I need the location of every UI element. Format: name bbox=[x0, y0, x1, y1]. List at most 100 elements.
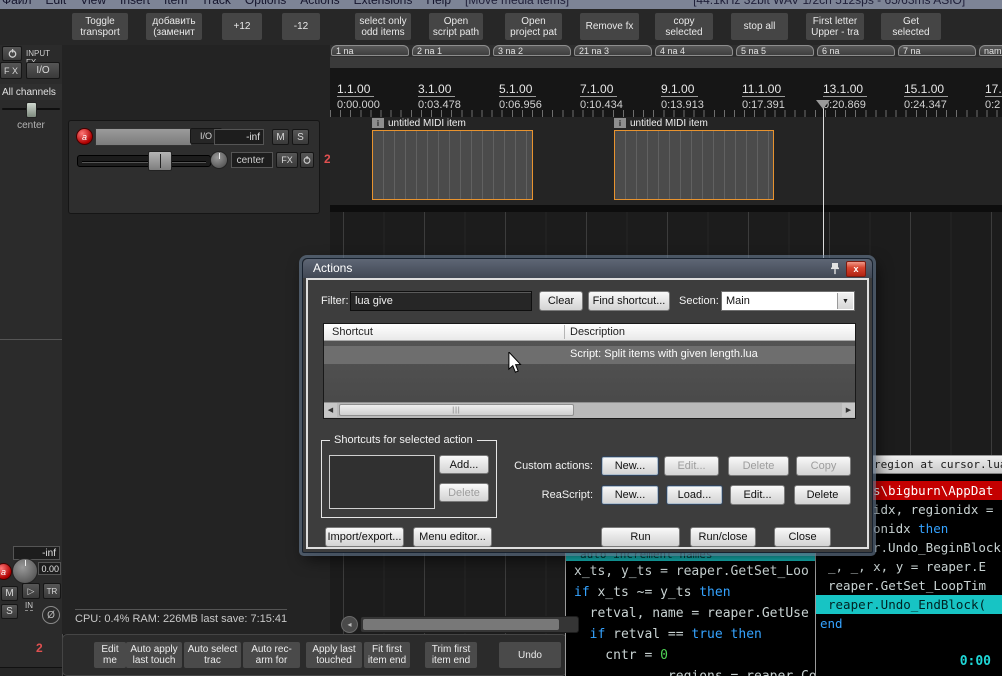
timeline-ruler[interactable]: 1.1.000:00.0003.1.000:03.4785.1.000:06.9… bbox=[330, 68, 1002, 117]
custom-new-button[interactable]: New... bbox=[601, 456, 659, 476]
midi-item-1[interactable] bbox=[372, 130, 533, 200]
phase-button[interactable]: Ø bbox=[42, 606, 60, 624]
toolbar-button-10[interactable]: First letter Upper - tra bbox=[806, 13, 864, 40]
all-channels-label[interactable]: All channels bbox=[0, 84, 62, 100]
fx-button[interactable]: F X bbox=[0, 62, 22, 79]
scroll-left-arrow-icon[interactable]: ◀ bbox=[324, 403, 337, 417]
mixer-record-arm-button[interactable]: a bbox=[0, 563, 12, 580]
track-power-toggle[interactable] bbox=[300, 152, 314, 168]
column-divider[interactable] bbox=[564, 325, 565, 339]
menu-item-8[interactable]: Extensions bbox=[354, 0, 413, 7]
pan-display[interactable]: center bbox=[231, 152, 273, 168]
track-fx-button[interactable]: FX bbox=[276, 152, 298, 168]
toolbar-button-4[interactable]: select only odd items bbox=[355, 13, 411, 40]
record-arm-button[interactable]: a bbox=[76, 128, 93, 145]
toolbar-button-9[interactable]: stop all bbox=[731, 13, 788, 40]
toolbar-button-1[interactable]: добавить (заменит bbox=[146, 13, 202, 40]
pan-knob[interactable] bbox=[210, 151, 228, 169]
monitor-button[interactable]: ▷ bbox=[22, 583, 40, 599]
menu-item-3[interactable]: Insert bbox=[120, 0, 150, 7]
track-volume-display[interactable]: -inf bbox=[214, 129, 264, 145]
pan-slider-handle[interactable] bbox=[26, 102, 37, 118]
bottom-toolbar-button-0[interactable]: Edit me bbox=[94, 642, 126, 668]
region-tab-3[interactable]: 21 na 3 bbox=[574, 45, 652, 56]
scroll-right-arrow-icon[interactable]: ▶ bbox=[842, 403, 855, 417]
close-button[interactable]: Close bbox=[774, 527, 831, 547]
close-icon[interactable]: x bbox=[846, 261, 866, 277]
edit-cursor-handle[interactable] bbox=[816, 100, 830, 109]
menu-item-6[interactable]: Options bbox=[245, 0, 286, 7]
toolbar-button-3[interactable]: -12 bbox=[282, 13, 320, 40]
run-button[interactable]: Run bbox=[601, 527, 680, 547]
trim-envelope-button[interactable]: TR bbox=[43, 583, 61, 599]
list-scroll-thumb[interactable]: ||| bbox=[339, 404, 574, 416]
mixer-solo-button[interactable]: S bbox=[1, 604, 18, 619]
mixer-gain-display[interactable]: 0.00 bbox=[38, 562, 61, 575]
bottom-toolbar-button-1[interactable]: Auto apply last touch bbox=[126, 642, 182, 668]
list-horizontal-scrollbar[interactable]: ◀ ||| ▶ bbox=[324, 402, 855, 418]
horizontal-scrollbar[interactable] bbox=[360, 616, 579, 633]
region-tab-0[interactable]: 1 na bbox=[331, 45, 409, 56]
track-2-panel[interactable]: a I/O -inf M S center FX 2 bbox=[68, 120, 320, 214]
menu-item-2[interactable]: View bbox=[80, 0, 106, 7]
item-info-icon[interactable]: i bbox=[372, 118, 384, 128]
mixer-pan-knob[interactable] bbox=[12, 558, 38, 584]
editor-left-code[interactable]: x_ts, y_ts = reaper.GetSet_Looif x_ts ~=… bbox=[566, 561, 816, 676]
menu-item-1[interactable]: Edit bbox=[46, 0, 67, 7]
reascript-load-button[interactable]: Load... bbox=[666, 485, 723, 505]
region-tab-7[interactable]: 7 na bbox=[898, 45, 976, 56]
list-header[interactable]: Shortcut Description bbox=[324, 324, 855, 341]
actions-dialog[interactable]: Actions x Filter: Clear Find shortcut...… bbox=[302, 258, 873, 553]
add-shortcut-button[interactable]: Add... bbox=[439, 455, 489, 474]
action-list[interactable]: Shortcut Description Script: Split items… bbox=[323, 323, 856, 419]
mute-button[interactable]: M bbox=[272, 129, 289, 145]
reascript-edit-button[interactable]: Edit... bbox=[730, 485, 785, 505]
scrollbar-thumb[interactable] bbox=[363, 619, 559, 630]
menu-item-5[interactable]: Track bbox=[201, 0, 231, 7]
toolbar-button-11[interactable]: Get selected bbox=[881, 13, 941, 40]
custom-copy-button[interactable]: Copy bbox=[796, 456, 851, 476]
region-tab-2[interactable]: 3 na 2 bbox=[493, 45, 571, 56]
menu-item-7[interactable]: Actions bbox=[300, 0, 339, 7]
run-close-button[interactable]: Run/close bbox=[690, 527, 756, 547]
bottom-toolbar-button-4[interactable]: Apply last touched bbox=[306, 642, 362, 668]
bottom-toolbar-button-3[interactable]: Auto rec-arm for bbox=[243, 642, 300, 668]
delete-shortcut-button[interactable]: Delete bbox=[439, 483, 489, 502]
dialog-title-bar[interactable]: Actions x bbox=[303, 259, 872, 278]
io-button[interactable]: I/O bbox=[26, 62, 60, 79]
toolbar-button-6[interactable]: Open project pat bbox=[505, 13, 562, 40]
bottom-toolbar-button-6[interactable]: Trim first item end bbox=[425, 642, 477, 668]
volume-fader-track[interactable] bbox=[77, 155, 211, 167]
reascript-delete-button[interactable]: Delete bbox=[794, 485, 851, 505]
region-tab-8[interactable]: nam bbox=[979, 45, 1002, 56]
menu-editor-button[interactable]: Menu editor... bbox=[413, 527, 492, 547]
filter-input[interactable] bbox=[350, 291, 532, 311]
toolbar-button-8[interactable]: copy selected bbox=[655, 13, 713, 40]
custom-edit-button[interactable]: Edit... bbox=[664, 456, 719, 476]
menu-item-0[interactable]: Файл bbox=[2, 0, 32, 7]
volume-fader-handle[interactable] bbox=[148, 151, 172, 171]
midi-item-2[interactable] bbox=[614, 130, 774, 200]
region-tab-4[interactable]: 4 na 4 bbox=[655, 45, 733, 56]
bottom-toolbar-button-7[interactable]: Undo bbox=[499, 642, 561, 668]
reascript-new-button[interactable]: New... bbox=[601, 485, 659, 505]
bottom-toolbar-button-5[interactable]: Fit first item end bbox=[364, 642, 410, 668]
menu-item-4[interactable]: Item bbox=[164, 0, 187, 7]
clear-button[interactable]: Clear bbox=[539, 291, 583, 311]
custom-delete-button[interactable]: Delete bbox=[728, 456, 789, 476]
selected-action-row[interactable]: Script: Split items with given length.lu… bbox=[324, 346, 855, 364]
region-tab-6[interactable]: 6 na bbox=[817, 45, 895, 56]
mixer-mute-button[interactable]: M bbox=[1, 586, 18, 601]
toolbar-button-0[interactable]: Toggle transport bbox=[72, 13, 128, 40]
script-editor-left[interactable]: auto increment names x_ts, y_ts = reaper… bbox=[565, 547, 817, 676]
item-info-icon[interactable]: i bbox=[614, 118, 626, 128]
find-shortcut-button[interactable]: Find shortcut... bbox=[588, 291, 670, 311]
region-tab-5[interactable]: 5 na 5 bbox=[736, 45, 814, 56]
solo-button[interactable]: S bbox=[292, 129, 309, 145]
toolbar-button-7[interactable]: Remove fx bbox=[580, 13, 639, 40]
region-tab-1[interactable]: 2 na 1 bbox=[412, 45, 490, 56]
menu-item-9[interactable]: Help bbox=[426, 0, 451, 7]
shortcut-listbox[interactable] bbox=[329, 455, 435, 509]
toolbar-button-2[interactable]: +12 bbox=[222, 13, 262, 40]
scroll-left-button[interactable]: ◂ bbox=[341, 616, 358, 633]
